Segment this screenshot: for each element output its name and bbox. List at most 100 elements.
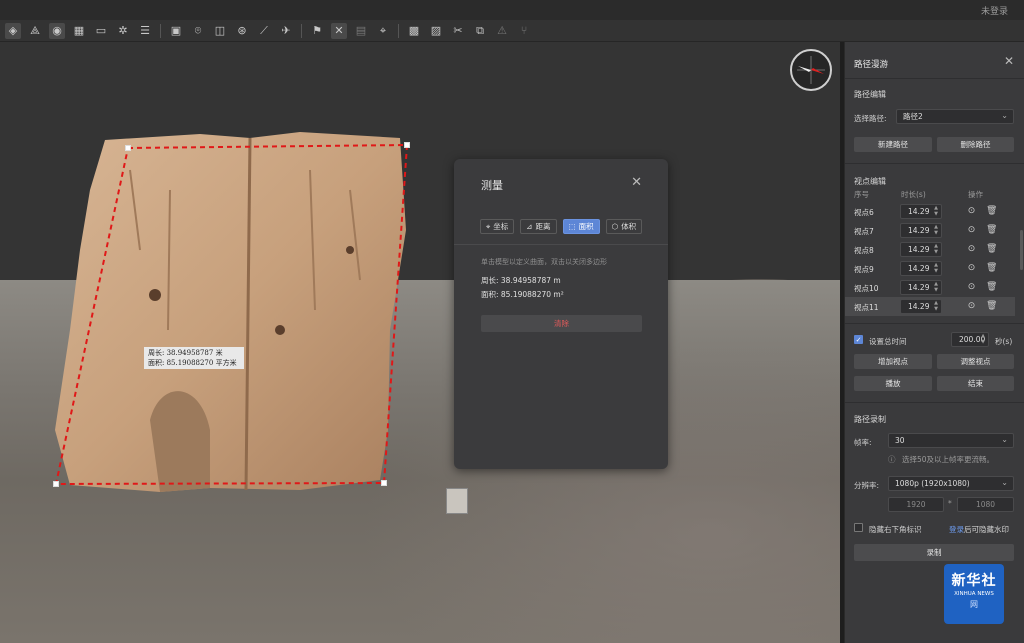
stepper-icon[interactable]: ▲ ▼	[934, 224, 938, 236]
tab-area[interactable]: ⬚ 面积	[562, 219, 600, 234]
times-sign: *	[948, 499, 952, 508]
viewpoint-name: 视点7	[854, 227, 874, 236]
add-viewpoint-button[interactable]: 增加视点	[854, 354, 932, 369]
3d-viewport[interactable]: 周长: 38.94958787 米 面积: 85.19088270 平方米	[0, 42, 840, 643]
login-suffix: 后可隐藏水印	[964, 525, 1009, 534]
terrain-icon[interactable]: ▩	[406, 23, 422, 39]
trash-icon[interactable]: 🗑	[986, 301, 997, 312]
duration-input[interactable]: 14.29 ▲ ▼	[900, 261, 942, 276]
viewpoint-row[interactable]: 视点6 14.29 ▲ ▼ ⊙ 🗑	[845, 202, 1015, 221]
ruler-icon: ⊿	[526, 222, 533, 231]
path-select[interactable]: 路径2 ⌄	[896, 109, 1014, 124]
framerate-select[interactable]: 30 ⌄	[888, 433, 1014, 448]
close-icon[interactable]: ✕	[1004, 54, 1014, 68]
chevron-down-icon: ⌄	[1001, 478, 1008, 487]
chevron-down-icon: ⌄	[1001, 111, 1008, 120]
total-time-label: 设置总时间	[869, 337, 907, 346]
signpost	[446, 488, 468, 514]
trash-icon[interactable]: 🗑	[986, 244, 997, 255]
monitor-icon[interactable]: ▭	[93, 23, 109, 39]
duration-input[interactable]: 14.29 ▲ ▼	[900, 280, 942, 295]
area-icon: ⬚	[568, 222, 576, 231]
close-icon[interactable]: ✕	[631, 175, 642, 190]
recording-heading: 路径录制	[854, 415, 886, 424]
viewpoint-scrollbar[interactable]	[1020, 230, 1023, 270]
record-button[interactable]: 录制	[854, 544, 1014, 561]
polygon-vertex[interactable]	[53, 481, 59, 487]
play-icon[interactable]: ⊙	[966, 301, 977, 312]
trash-icon[interactable]: 🗑	[986, 206, 997, 217]
layers-icon[interactable]: ◈	[5, 22, 21, 39]
duration-input[interactable]: 14.29 ▲ ▼	[900, 299, 942, 314]
viewpoint-name: 视点6	[854, 208, 874, 217]
play-icon[interactable]: ⊙	[966, 225, 977, 236]
crop-icon[interactable]: ◫	[212, 23, 228, 39]
cube-icon: ⬡	[611, 222, 619, 231]
duration-input[interactable]: 14.29 ▲ ▼	[900, 204, 942, 219]
stepper-icon[interactable]: ▲ ▼	[934, 205, 938, 217]
height-input[interactable]: 1080	[957, 497, 1014, 512]
polygon-vertex[interactable]	[404, 142, 410, 148]
adjust-viewpoint-button[interactable]: 调整视点	[937, 354, 1014, 369]
sliders-icon[interactable]: ☰	[137, 23, 153, 39]
login-link[interactable]: 登录	[949, 525, 964, 534]
tab-volume[interactable]: ⬡ 体积	[605, 219, 643, 234]
stepper-icon[interactable]: ▲ ▼	[981, 333, 985, 345]
tab-coordinate[interactable]: ⌖ 坐标	[480, 219, 515, 234]
model-icon[interactable]: ◉	[49, 22, 65, 39]
layers3d-icon[interactable]: ⊛	[234, 23, 250, 39]
trash-icon[interactable]: 🗑	[986, 225, 997, 236]
viewpoint-row[interactable]: 视点8 14.29 ▲ ▼ ⊙ 🗑	[845, 240, 1015, 259]
stepper-icon[interactable]: ▲ ▼	[934, 243, 938, 255]
pin-icon[interactable]: ⌖	[375, 23, 391, 39]
rocket-icon[interactable]: ✈	[278, 23, 294, 39]
warning-icon[interactable]: ⚠	[494, 23, 510, 39]
play-icon[interactable]: ⊙	[966, 206, 977, 217]
resolution-select[interactable]: 1080p (1920x1080) ⌄	[888, 476, 1014, 491]
tab-distance[interactable]: ⊿ 距离	[520, 219, 557, 234]
play-icon[interactable]: ⊙	[966, 244, 977, 255]
viewpoint-row[interactable]: 视点11 14.29 ▲ ▼ ⊙ 🗑	[845, 297, 1015, 316]
path-icon[interactable]: ✕	[331, 22, 347, 39]
duration-input[interactable]: 14.29 ▲ ▼	[900, 242, 942, 257]
viewpoint-row[interactable]: 视点7 14.29 ▲ ▼ ⊙ 🗑	[845, 221, 1015, 240]
focus-icon[interactable]: ⌾	[190, 23, 206, 39]
total-time-checkbox[interactable]: ✓	[854, 335, 863, 344]
polygon-vertex[interactable]	[125, 145, 131, 151]
stepper-icon[interactable]: ▲ ▼	[934, 281, 938, 293]
login-status[interactable]: 未登录	[981, 4, 1008, 17]
map-icon[interactable]: ▤	[353, 23, 369, 39]
select-path-label: 选择路径:	[854, 114, 887, 123]
grid-icon[interactable]: ▦	[71, 23, 87, 39]
fork-icon[interactable]: ⑂	[516, 23, 532, 39]
mosaic-icon[interactable]: ▨	[428, 23, 444, 39]
viewpoint-row[interactable]: 视点9 14.29 ▲ ▼ ⊙ 🗑	[845, 259, 1015, 278]
stop-button[interactable]: 结束	[937, 376, 1014, 391]
trash-icon[interactable]: 🗑	[986, 282, 997, 293]
viewpoint-row[interactable]: 视点10 14.29 ▲ ▼ ⊙ 🗑	[845, 278, 1015, 297]
clip-icon[interactable]: ⟋	[256, 23, 272, 39]
play-icon[interactable]: ⊙	[966, 263, 977, 274]
flag-icon[interactable]: ⚑	[309, 23, 325, 39]
delete-path-button[interactable]: 删除路径	[937, 137, 1014, 152]
width-input[interactable]: 1920	[888, 497, 944, 512]
trash-icon[interactable]: 🗑	[986, 263, 997, 274]
sun-icon[interactable]: ✲	[115, 23, 131, 39]
polygon-vertex[interactable]	[381, 480, 387, 486]
play-icon[interactable]: ⊙	[966, 282, 977, 293]
triangle-network-icon[interactable]: ⟁	[27, 23, 43, 39]
transform-icon[interactable]: ⧉	[472, 23, 488, 39]
info-icon: ⓘ	[888, 455, 896, 464]
new-path-button[interactable]: 新建路径	[854, 137, 932, 152]
stepper-icon[interactable]: ▲ ▼	[934, 300, 938, 312]
compass-icon[interactable]	[790, 49, 832, 91]
duration-input[interactable]: 14.29 ▲ ▼	[900, 223, 942, 238]
stepper-icon[interactable]: ▲ ▼	[934, 262, 938, 274]
total-time-input[interactable]: 200.00 ▲ ▼	[951, 332, 989, 347]
play-button[interactable]: 播放	[854, 376, 932, 391]
clear-button[interactable]: 清除	[481, 315, 642, 332]
image-icon[interactable]: ▣	[168, 23, 184, 39]
hide-watermark-checkbox[interactable]	[854, 523, 863, 532]
scissors-icon[interactable]: ✂	[450, 23, 466, 39]
login-hint: 登录后可隐藏水印	[949, 524, 1009, 535]
